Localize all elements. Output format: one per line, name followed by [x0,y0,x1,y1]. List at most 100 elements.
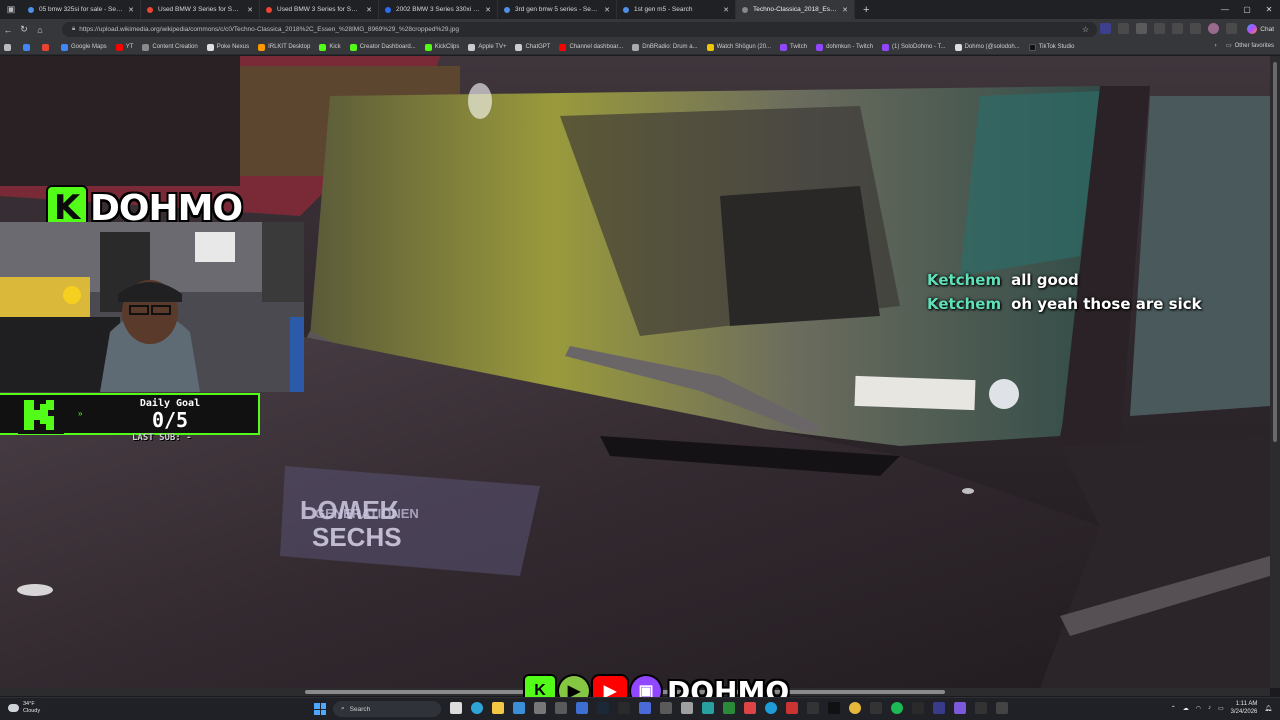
app-icon[interactable] [744,702,756,714]
copilot-chat-button[interactable]: Chat [1247,23,1274,35]
bookmark-item[interactable]: Poke Nexus [206,43,249,51]
close-tab-icon[interactable]: ✕ [128,6,134,14]
more-menu-icon[interactable] [1226,23,1237,34]
split-screen-icon[interactable] [1154,23,1165,34]
bookmark-item[interactable] [23,43,33,51]
extension-icon[interactable] [1118,23,1129,34]
task-view-icon[interactable] [450,702,462,714]
close-tab-icon[interactable]: ✕ [842,6,848,14]
bookmark-item[interactable]: Apple TV+ [468,43,506,51]
notification-icon[interactable]: 🔔︎ [1264,705,1272,712]
app-icon[interactable] [660,702,672,714]
minimize-icon[interactable]: — [1214,0,1236,19]
browser-tab-active[interactable]: Techno-Classica_2018_Essen_(IMG✕ [736,0,855,19]
close-tab-icon[interactable]: ✕ [247,6,253,14]
bookmark-item[interactable]: Content Creation [142,43,198,51]
other-favorites[interactable]: › ▭ Other favorites [1215,42,1274,50]
app-icon[interactable] [576,702,588,714]
play-icon[interactable] [1136,23,1147,34]
battery-icon[interactable]: ▭ [1218,705,1224,712]
browser-tab[interactable]: 1st gen m5 - Search ✕ [617,0,736,19]
svg-text:SECHS: SECHS [312,522,402,552]
refresh-icon[interactable]: ↻ [16,19,32,40]
scrollbar-thumb[interactable] [1273,62,1277,442]
edge-icon[interactable] [765,702,777,714]
app-icon[interactable] [912,702,924,714]
bookmark-item[interactable]: Twitch [780,43,807,51]
back-icon[interactable]: ← [0,19,16,40]
app-icon[interactable] [534,702,546,714]
app-icon[interactable] [618,702,630,714]
bookmark-item[interactable]: dohmkun - Twitch [816,43,873,51]
bookmark-item[interactable]: KickClips [424,43,459,51]
app-icon[interactable] [954,702,966,714]
bookmark-folder-icon [115,43,123,51]
app-icon[interactable] [996,702,1008,714]
profile-avatar-icon[interactable] [1208,23,1219,34]
x-icon[interactable] [828,702,840,714]
bookmark-item[interactable]: YT [115,43,133,51]
volume-icon[interactable]: ♪ [1208,705,1211,711]
app-icon[interactable] [702,702,714,714]
bookmark-item[interactable]: Kick [319,43,341,51]
close-window-icon[interactable]: ✕ [1258,0,1280,19]
bookmark-item[interactable]: DnBRadio: Drum a... [632,43,698,51]
close-tab-icon[interactable]: ✕ [366,6,372,14]
start-button-icon[interactable] [314,703,326,715]
new-tab-icon[interactable]: + [863,4,869,16]
app-icon[interactable] [681,702,693,714]
extension-icon[interactable] [1100,23,1111,34]
xbox-icon[interactable] [723,702,735,714]
edge-icon[interactable] [471,702,483,714]
bookmark-item[interactable]: IRLKIT Desktop [258,43,310,51]
tab-favicon-icon [147,6,153,13]
browser-tab[interactable]: 2002 BMW 3 Series 330xi Sedan All✕ [379,0,498,19]
bookmark-item[interactable]: ChatGPT [515,43,550,51]
home-icon[interactable]: ⌂ [32,19,48,40]
file-explorer-icon[interactable] [492,702,504,714]
weather-widget[interactable]: 34°F Cloudy [8,701,40,715]
close-tab-icon[interactable]: ✕ [604,6,610,14]
bookmark-item[interactable]: (1) SoloDohmo - T... [881,43,946,51]
browser-tab[interactable]: Used BMW 3 Series for Sale near Me✕ [141,0,260,19]
app-icon[interactable] [807,702,819,714]
twitch-icon [816,43,824,51]
chevron-up-icon[interactable]: ⌃ [1171,705,1176,712]
tab-actions-icon[interactable]: ▣ [0,0,22,19]
bookmark-folder-icon[interactable] [4,43,14,51]
close-tab-icon[interactable]: ✕ [485,6,491,14]
clock[interactable]: 1:11 AM 3/24/2026 [1231,700,1258,716]
app-icon[interactable] [870,702,882,714]
screen: ▣ 05 bmw 325si for sale - Search ✕ Used B… [0,0,1280,720]
collections-icon[interactable] [1190,23,1201,34]
taskbar-search[interactable]: ⌕ Search [333,701,441,717]
app-icon[interactable] [975,702,987,714]
bookmark-star-icon[interactable]: ☆ [1082,25,1089,34]
url-field[interactable]: 🔒︎ https://upload.wikimedia.org/wikipedi… [62,22,1097,37]
wifi-icon[interactable]: ◠ [1196,705,1201,712]
bookmark-item[interactable]: Google Maps [61,43,107,51]
bookmark-item[interactable]: Dohmo (@solodoh... [954,43,1020,51]
bookmark-item[interactable]: TikTok Studio [1028,43,1074,51]
favorites-icon[interactable] [1172,23,1183,34]
app-icon[interactable] [933,702,945,714]
onedrive-icon[interactable]: ☁ [1183,705,1189,712]
steam-icon[interactable] [597,702,609,714]
app-icon[interactable] [786,702,798,714]
chrome-icon[interactable] [849,702,861,714]
bookmark-item[interactable]: Channel dashboar... [559,43,623,51]
maximize-icon[interactable]: ▢ [1236,0,1258,19]
bookmark-item[interactable]: Watch Shōgun (20... [706,43,771,51]
spotify-icon[interactable] [891,702,903,714]
bookmark-item[interactable] [42,43,52,51]
app-icon[interactable] [639,702,651,714]
bookmark-item[interactable]: Creator Dashboard... [349,43,416,51]
close-tab-icon[interactable]: ✕ [723,6,729,14]
vertical-scrollbar[interactable] [1270,56,1280,688]
browser-tab[interactable]: 3rd gen bmw 5 series - Search ✕ [498,0,617,19]
browser-tab[interactable]: 05 bmw 325si for sale - Search ✕ [22,0,141,19]
weather-condition: Cloudy [23,708,41,714]
app-icon[interactable] [513,702,525,714]
browser-tab[interactable]: Used BMW 3 Series for Sale near Me✕ [260,0,379,19]
app-icon[interactable] [555,702,567,714]
